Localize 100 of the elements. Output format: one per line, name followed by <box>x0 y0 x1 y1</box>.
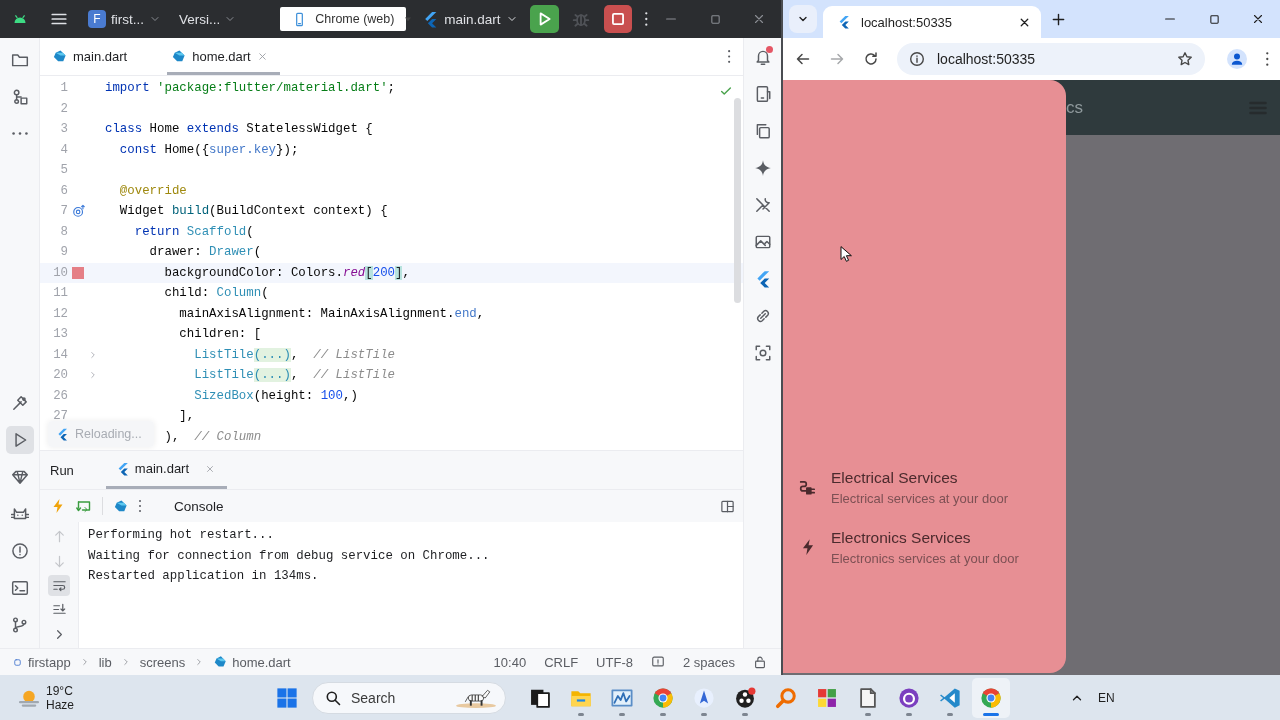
code-line: mainAxisAlignment: MainAxisAlignment.end, <box>179 306 485 321</box>
more-icon[interactable] <box>1265 51 1270 67</box>
run-config-selector[interactable]: main.dart <box>418 7 522 31</box>
line-number: 5 <box>59 163 68 178</box>
bookmark-star-icon[interactable] <box>1177 51 1194 67</box>
forward-arrow-icon <box>829 51 845 67</box>
line-number: 2 <box>59 101 68 116</box>
check-icon <box>719 84 733 98</box>
breadcrumb[interactable]: screens <box>139 654 186 670</box>
plug-icon <box>799 478 817 496</box>
line-number: 3 <box>59 122 68 137</box>
drawer-item[interactable]: Electronics Services Electronics services at your door <box>783 517 1066 577</box>
search-icon <box>325 689 341 706</box>
line-number: 14 <box>52 347 68 362</box>
editor-tab[interactable]: main.dart <box>48 38 140 75</box>
profile-icon[interactable] <box>1227 49 1248 69</box>
breadcrumb[interactable]: lib <box>98 654 112 670</box>
indent-setting[interactable]: 2 spaces <box>682 654 735 670</box>
restart-icon[interactable] <box>76 498 92 514</box>
code-line: import 'package:flutter/material.dart'; <box>105 81 395 96</box>
line-number: 8 <box>59 224 68 239</box>
line-number: 27 <box>52 409 68 424</box>
new-tab-icon[interactable] <box>1051 11 1066 27</box>
code-line: return Scaffold( <box>134 224 254 239</box>
line-number: 11 <box>52 286 68 301</box>
breadcrumb[interactable]: home.dart <box>213 654 291 670</box>
reload-icon <box>863 51 879 67</box>
reload-button[interactable] <box>863 51 879 67</box>
line-number: 13 <box>52 327 68 342</box>
line-number: 20 <box>52 368 68 383</box>
close-icon[interactable] <box>1251 12 1265 26</box>
toast-text: Reloading... <box>75 427 142 441</box>
layout-icon[interactable] <box>720 498 735 514</box>
vscode-icon <box>939 686 961 709</box>
file-encoding[interactable]: UTF-8 <box>596 654 633 670</box>
line-number: 7 <box>59 204 68 219</box>
flutter-icon <box>56 427 69 441</box>
code-line: children: [ <box>179 327 262 342</box>
tiles-app-icon <box>816 686 838 709</box>
code-line: SizedBox(height: 100,) <box>194 388 358 403</box>
more-icon[interactable] <box>726 49 731 64</box>
module-icon <box>12 656 23 668</box>
code-line: ], <box>179 409 195 424</box>
line-number: 4 <box>59 142 68 157</box>
folder-icon <box>10 51 29 69</box>
weather-widget[interactable]: 19°C Haze <box>18 683 268 712</box>
project-badge: F <box>88 10 106 28</box>
stop-button[interactable] <box>603 5 633 33</box>
vcs-selector[interactable]: Versi... <box>175 8 241 30</box>
breadcrumb[interactable]: firstapp <box>12 654 71 670</box>
inspect-icon <box>753 344 772 362</box>
line-number: 6 <box>59 183 68 198</box>
override-icon[interactable] <box>72 204 86 219</box>
alert-icon <box>10 542 29 560</box>
lock-icon[interactable] <box>753 655 767 669</box>
comment-icon[interactable] <box>650 655 665 669</box>
code-line: @override <box>119 183 187 198</box>
diamond-icon <box>10 468 29 486</box>
more-icon[interactable] <box>644 11 650 27</box>
stop-icon <box>609 10 627 28</box>
console-label: Console <box>174 498 225 514</box>
search-field[interactable]: Search <box>312 681 506 714</box>
code-line: ListTile(...), // ListTile <box>194 347 395 362</box>
maximize-icon[interactable] <box>708 12 722 26</box>
project-selector[interactable]: F first... <box>84 7 165 31</box>
code-line: const Home({super.key}); <box>119 142 299 157</box>
dart-icon <box>52 49 67 64</box>
back-button[interactable] <box>795 51 811 67</box>
console-line: Waiting for connection from debug service on Chrome... <box>88 547 491 565</box>
run-button[interactable] <box>529 5 559 33</box>
run-tab[interactable]: main.dart <box>105 451 228 489</box>
run-tool[interactable] <box>5 426 34 454</box>
compass-app-icon <box>693 686 715 709</box>
code-line: child: Column( <box>164 286 269 301</box>
maximize-icon[interactable] <box>1207 12 1221 26</box>
address-bar[interactable]: localhost:50335 <box>897 43 1206 75</box>
chrome-icon <box>652 686 674 709</box>
recorder-icon <box>734 686 756 709</box>
code-line: ListTile(...), // ListTile <box>194 368 395 383</box>
language-indicator[interactable]: EN <box>1098 690 1115 705</box>
terminal-icon <box>10 579 29 597</box>
tools-icon <box>753 196 772 214</box>
windows-icon <box>276 686 298 709</box>
line-number: 9 <box>59 245 68 260</box>
code-line: ), // Column <box>164 429 262 444</box>
line-ending[interactable]: CRLF <box>544 654 579 670</box>
branch-icon <box>10 616 29 634</box>
dart-icon[interactable] <box>113 498 128 514</box>
image-icon <box>753 233 772 251</box>
browser-tab[interactable]: localhost:50335 <box>823 6 1041 38</box>
document-icon <box>857 686 879 709</box>
app-title: cs <box>1066 97 1084 118</box>
code-line: class Home extends StatelessWidget { <box>105 122 373 137</box>
code-line: backgroundColor: Colors.red[200], <box>164 265 410 280</box>
code-line: Widget build(BuildContext context) { <box>119 204 388 219</box>
drawer-item[interactable]: Electrical Services Electrical services at your door <box>783 457 1066 517</box>
cursor-icon <box>839 246 855 262</box>
info-icon[interactable] <box>909 51 925 67</box>
caret-position[interactable]: 10:40 <box>493 654 527 670</box>
soft-wrap-button[interactable] <box>48 574 70 597</box>
